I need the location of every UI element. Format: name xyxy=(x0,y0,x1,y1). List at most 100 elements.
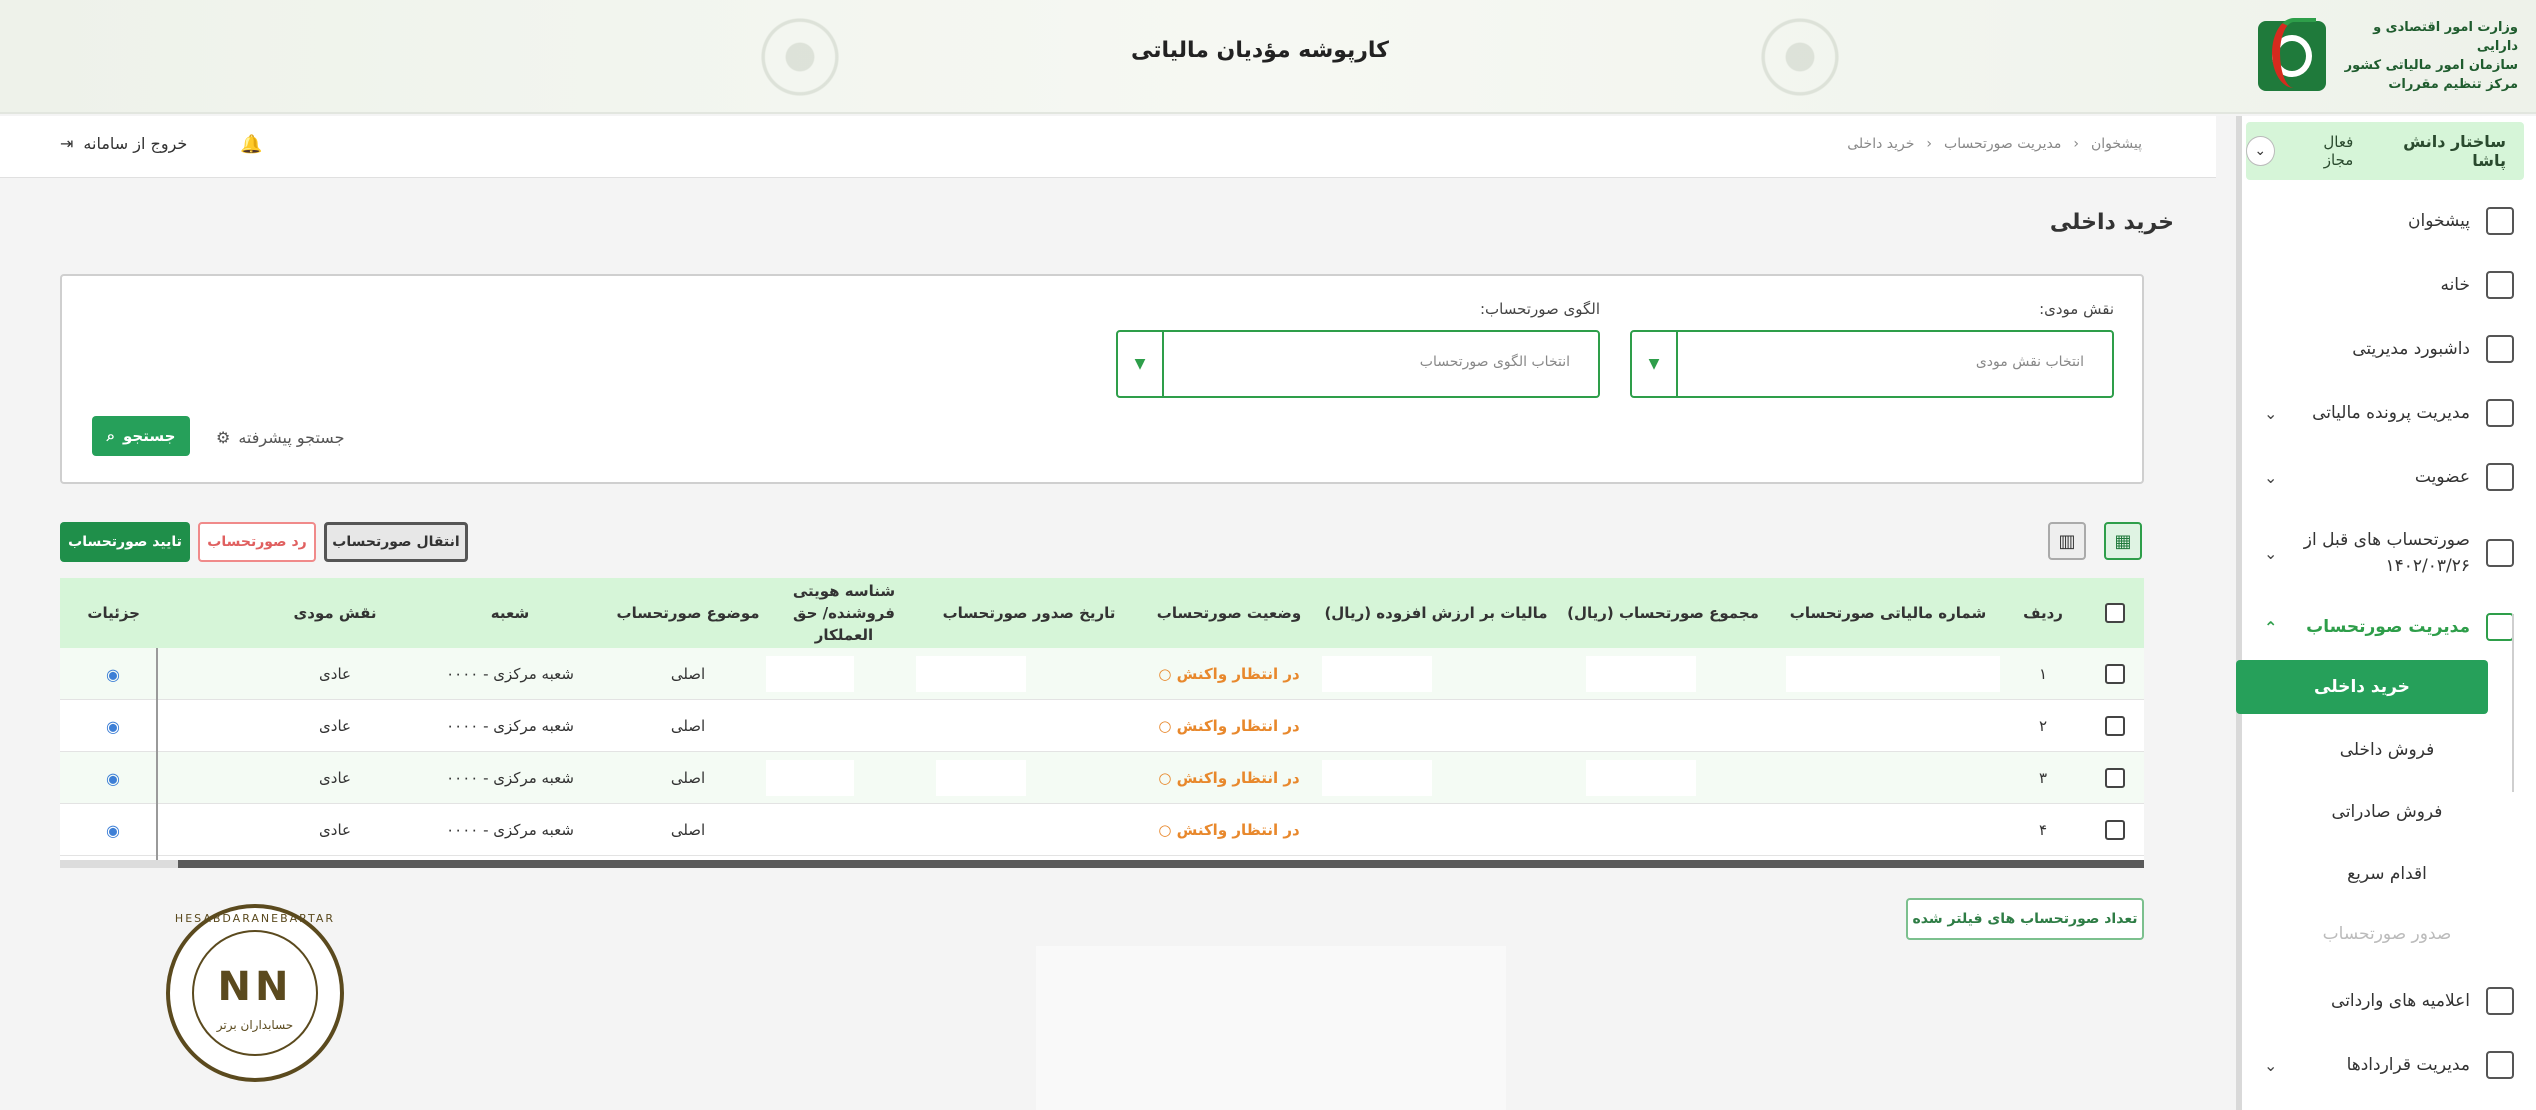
advanced-search-link[interactable]: جستجو پیشرفته ⚙ xyxy=(216,428,344,447)
transfer-invoice-button[interactable]: انتقال صورتحساب xyxy=(324,522,468,562)
horizontal-scrollbar[interactable] xyxy=(60,860,2144,868)
eye-icon[interactable]: ◉ xyxy=(60,752,260,804)
excel-export-icon[interactable]: ▦ xyxy=(2104,522,2142,560)
top-banner: کارپوشه مؤدیان مالیاتی وزارت امور اقتصاد… xyxy=(0,0,2536,114)
submenu-export-sale[interactable]: فروش صادراتی xyxy=(2262,802,2512,822)
bell-icon[interactable]: 🔔 xyxy=(240,134,262,155)
status-badge: در انتظار واکنش ○ xyxy=(1158,821,1300,839)
sidebar-item-membership[interactable]: عضویت ⌄ xyxy=(2242,456,2536,498)
row-subject: اصلی xyxy=(670,665,706,683)
sidebar-item-import-declarations[interactable]: اعلامیه های وارداتی xyxy=(2242,980,2536,1022)
row-checkbox[interactable] xyxy=(2105,716,2125,736)
row-index: ۱ xyxy=(2038,665,2048,683)
breadcrumb: پیشخوان ‹ مدیریت صورتحساب ‹ خرید داخلی xyxy=(1847,136,2142,152)
row-role: عادی xyxy=(319,821,351,839)
stamp-monogram: NN xyxy=(217,964,293,1010)
status-dot-icon: ○ xyxy=(1158,665,1177,683)
sidebar-item-home[interactable]: خانه xyxy=(2242,264,2536,306)
submenu-domestic-purchase[interactable]: خرید داخلی xyxy=(2236,660,2488,714)
select-all-checkbox[interactable] xyxy=(2105,603,2125,623)
banner-ornament xyxy=(700,0,900,114)
role-label: نقش مودی: xyxy=(2039,300,2114,318)
column-header: شناسه هویتی فروشنده/ حق العملکار xyxy=(792,582,896,644)
table-row[interactable]: ۳ در انتظار واکنش ○ اصلی شعبه مرکزی - ۰۰… xyxy=(60,752,2144,804)
sidebar-item-old-invoices[interactable]: صورتحساب های قبل از ۱۴۰۲/۰۳/۲۶ ⌄ xyxy=(2242,518,2536,588)
column-header: مالیات بر ارزش افزوده (ریال) xyxy=(1324,604,1548,622)
table-row[interactable]: ۱ در انتظار واکنش ○ اصلی شعبه مرکزی - ۰۰… xyxy=(60,648,2144,700)
chevron-down-icon: ⌄ xyxy=(2264,403,2278,423)
scrollbar-thumb[interactable] xyxy=(178,860,2144,868)
home-icon xyxy=(2486,271,2514,299)
sidebar-item-dashboard[interactable]: پیشخوان xyxy=(2242,200,2536,242)
role-select[interactable]: انتخاب نقش مودی ▼ xyxy=(1630,330,2114,398)
eye-icon[interactable]: ◉ xyxy=(60,700,260,752)
column-header: مجموع صورتحساب (ریال) xyxy=(1567,604,1759,622)
row-index: ۴ xyxy=(2038,821,2048,839)
search-icon: ⌕ xyxy=(106,427,115,445)
eye-icon[interactable]: ◉ xyxy=(60,648,260,700)
row-checkbox[interactable] xyxy=(2105,768,2125,788)
column-header: نقش مودی xyxy=(293,604,377,622)
role-placeholder: انتخاب نقش مودی xyxy=(1975,354,2084,370)
search-button[interactable]: جستجو ⌕ xyxy=(92,416,190,456)
breadcrumb-dashboard[interactable]: پیشخوان xyxy=(2091,136,2142,152)
pattern-placeholder: انتخاب الگوی صورتحساب xyxy=(1419,354,1570,370)
pattern-select[interactable]: انتخاب الگوی صورتحساب ▼ xyxy=(1116,330,1600,398)
receipt-icon xyxy=(2486,539,2514,567)
table-row[interactable]: ۴ در انتظار واکنش ○ اصلی شعبه مرکزی - ۰۰… xyxy=(60,804,2144,856)
caret-down-icon[interactable]: ▼ xyxy=(1632,332,1678,396)
sticky-column-divider xyxy=(156,648,158,860)
grid-icon xyxy=(2486,335,2514,363)
breadcrumb-invoice-management[interactable]: مدیریت صورتحساب xyxy=(1944,136,2061,152)
receipt-icon xyxy=(2486,613,2514,641)
row-branch: شعبه مرکزی - ۰۰۰۰ xyxy=(446,717,574,735)
row-branch: شعبه مرکزی - ۰۰۰۰ xyxy=(446,665,574,683)
user-selector[interactable]: ساختار دانش پاشا فعال مجاز ⌄ xyxy=(2246,122,2524,180)
column-header: ردیف xyxy=(2023,604,2063,622)
approve-invoice-button[interactable]: تایید صورتحساب xyxy=(60,522,190,562)
row-checkbox[interactable] xyxy=(2105,664,2125,684)
masked-cell xyxy=(1586,656,1696,692)
column-header: شعبه xyxy=(490,604,530,622)
stamp-latin-text: HESABDARANEBARTAR xyxy=(174,912,336,925)
row-branch: شعبه مرکزی - ۰۰۰۰ xyxy=(446,821,574,839)
filter-panel: نقش مودی: انتخاب نقش مودی ▼ الگوی صورتحس… xyxy=(60,274,2144,484)
user-icon xyxy=(2486,463,2514,491)
status-badge: در انتظار واکنش ○ xyxy=(1158,717,1300,735)
masked-cell xyxy=(1786,656,2000,692)
logout-icon: ⇥ xyxy=(60,134,74,153)
contract-icon xyxy=(2486,1051,2514,1079)
row-branch: شعبه مرکزی - ۰۰۰۰ xyxy=(446,769,574,787)
sidebar-item-tax-file[interactable]: مدیریت پرونده مالیاتی ⌄ xyxy=(2242,392,2536,434)
user-name: ساختار دانش پاشا xyxy=(2403,132,2506,170)
chevron-down-icon: ⌄ xyxy=(2264,543,2278,563)
reject-invoice-button[interactable]: رد صورتحساب xyxy=(198,522,316,562)
masked-cell xyxy=(916,656,1026,692)
logout-label: خروج از سامانه xyxy=(83,134,188,153)
column-header: وضعیت صورتحساب xyxy=(1156,604,1302,622)
row-checkbox[interactable] xyxy=(2105,820,2125,840)
sidebar-item-invoice-management[interactable]: مدیریت صورتحساب ⌃ xyxy=(2242,606,2536,648)
sidebar-item-contracts[interactable]: مدیریت قراردادها ⌄ xyxy=(2242,1044,2536,1086)
row-subject: اصلی xyxy=(670,769,706,787)
caret-down-icon[interactable]: ▼ xyxy=(1118,332,1164,396)
eye-icon[interactable]: ◉ xyxy=(60,804,260,856)
row-index: ۳ xyxy=(2038,769,2048,787)
columns-icon[interactable]: ▥ xyxy=(2048,522,2086,560)
submenu-quick-action[interactable]: اقدام سریع xyxy=(2262,864,2512,884)
sidebar-item-management-dashboard[interactable]: داشبورد مدیریتی xyxy=(2242,328,2536,370)
column-header: موضوع صورتحساب xyxy=(616,604,760,622)
header-checkbox[interactable] xyxy=(2086,578,2144,648)
file-icon xyxy=(2486,399,2514,427)
logout-button[interactable]: خروج از سامانه ⇥ xyxy=(60,134,187,153)
dashboard-icon xyxy=(2486,207,2514,235)
table-header: ردیف شماره مالیاتی صورتحساب مجموع صورتحس… xyxy=(60,578,2144,648)
breadcrumb-current: خرید داخلی xyxy=(1847,136,1915,152)
banner-ornament xyxy=(1700,0,1900,114)
pattern-label: الگوی صورتحساب: xyxy=(1480,300,1600,318)
filtered-count-button[interactable]: تعداد صورتحساب های فیلتر شده xyxy=(1906,898,2144,940)
submenu-domestic-sale[interactable]: فروش داخلی xyxy=(2262,740,2512,760)
table-row[interactable]: ۲ در انتظار واکنش ○ اصلی شعبه مرکزی - ۰۰… xyxy=(60,700,2144,752)
chevron-down-icon: ⌄ xyxy=(2264,467,2278,487)
chevron-down-icon[interactable]: ⌄ xyxy=(2246,136,2275,166)
